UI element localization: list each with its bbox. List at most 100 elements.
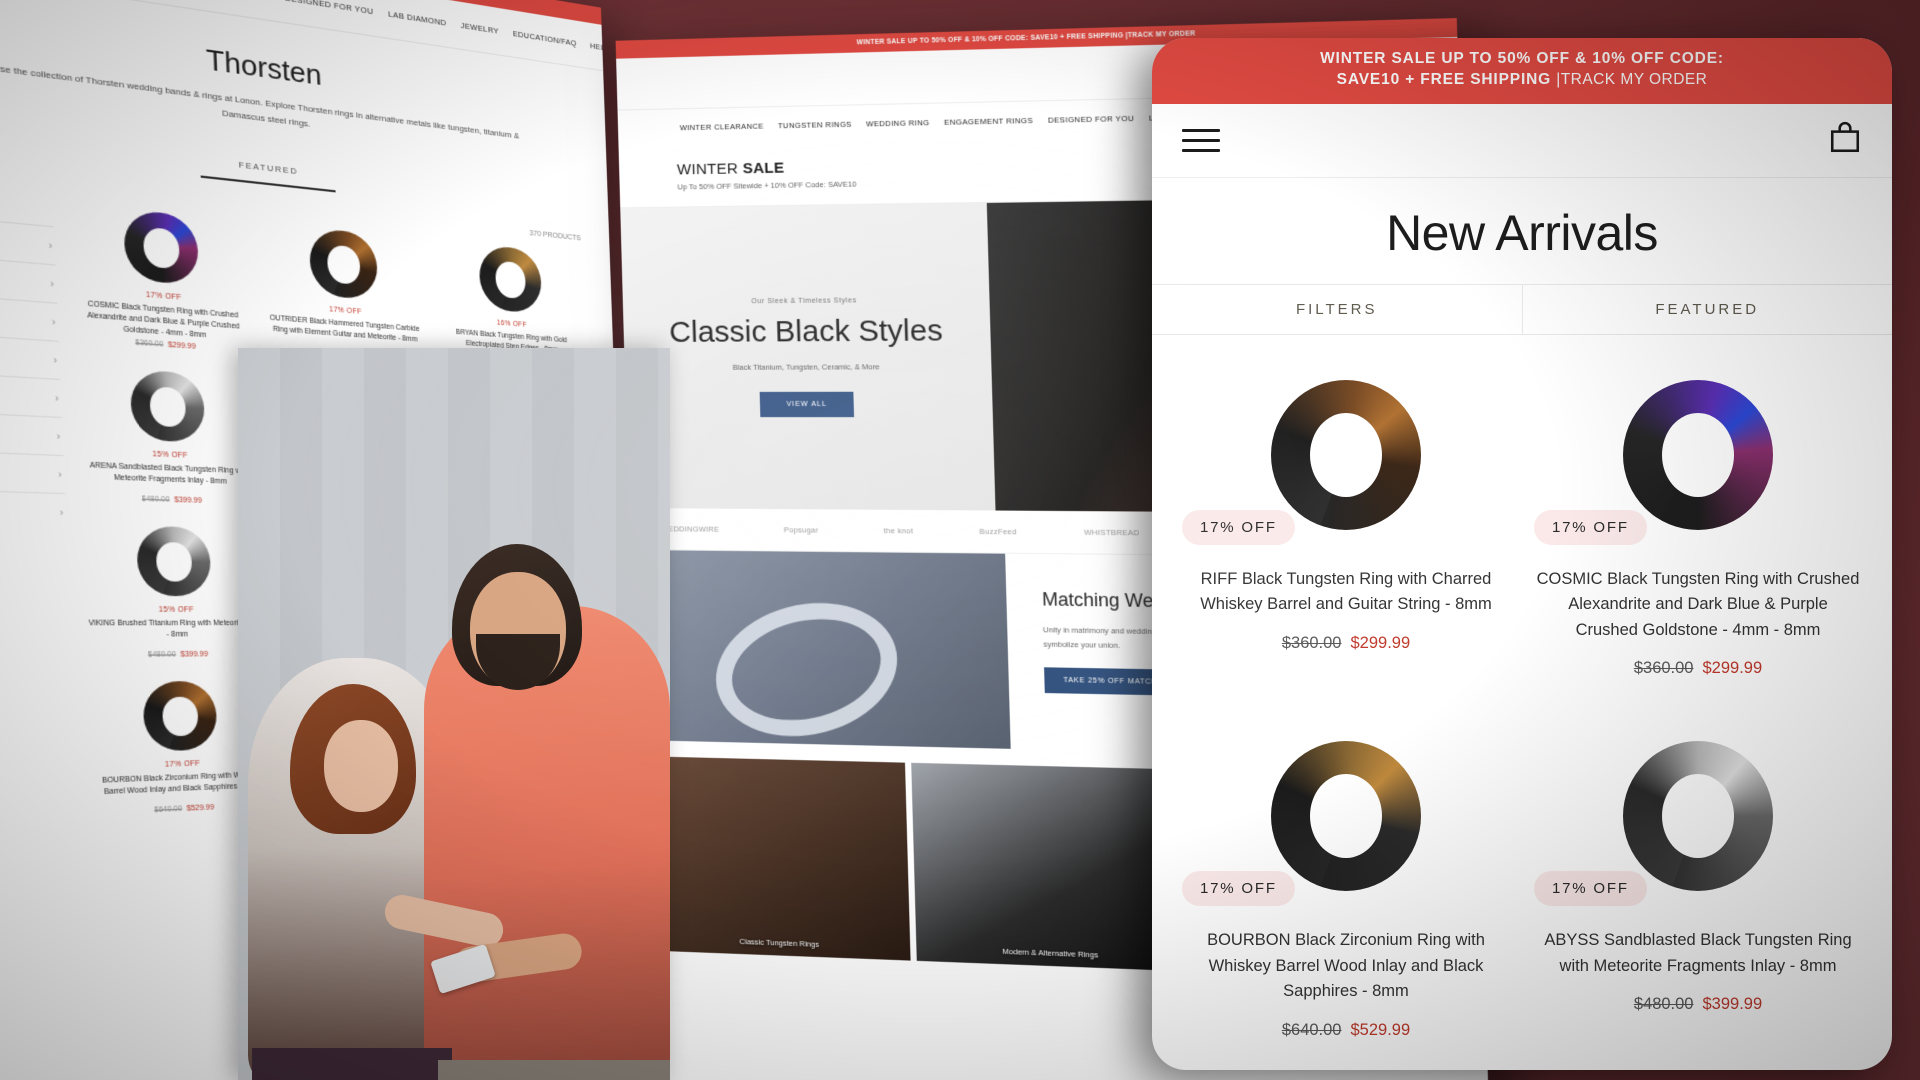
product-ring-image bbox=[434, 234, 584, 324]
product-name: BOURBON Black Zirconium Ring with Whiske… bbox=[1207, 931, 1485, 1001]
hero-eyebrow: Our Sleek & Timeless Styles bbox=[751, 297, 857, 306]
product-name: ABYSS Sandblasted Black Tungsten Ring wi… bbox=[1544, 931, 1852, 975]
chevron-right-icon: › bbox=[53, 354, 58, 367]
left-filter-ring-width[interactable]: Ring Width› bbox=[0, 409, 64, 456]
product-sale-price: $529.99 bbox=[1350, 1020, 1411, 1039]
product-sale-price: $399.99 bbox=[174, 496, 203, 506]
product-ring-image: 17% OFF bbox=[1534, 359, 1860, 551]
mobile-header-bar bbox=[1152, 104, 1892, 178]
center-sale-title-bold: SALE bbox=[742, 158, 785, 177]
couple-lifestyle-photo bbox=[238, 348, 670, 1080]
press-logo-1: Popsugar bbox=[783, 525, 819, 535]
chevron-right-icon: › bbox=[57, 468, 63, 481]
product-sale-price: $299.99 bbox=[168, 341, 196, 352]
matching-bands-photo bbox=[629, 550, 1011, 749]
center-hero-copy: Our Sleek & Timeless Styles Classic Blac… bbox=[620, 202, 996, 511]
center-nav-item-2[interactable]: WEDDING RING bbox=[866, 118, 930, 128]
category-tile-label: Modern & Alternative Rings bbox=[1002, 946, 1099, 960]
mobile-product-card[interactable]: 17% OFF BOURBON Black Zirconium Ring with… bbox=[1170, 704, 1522, 1066]
product-name: ARENA Sandblasted Black Tungsten Ring wi… bbox=[89, 462, 249, 487]
chevron-right-icon: › bbox=[54, 392, 59, 405]
mobile-promo-banner[interactable]: WINTER SALE UP TO 50% OFF & 10% OFF CODE… bbox=[1152, 38, 1892, 104]
center-sale-subtitle: Up To 50% OFF Sitewide + 10% OFF Code: S… bbox=[677, 178, 857, 191]
center-nav-item-3[interactable]: ENGAGEMENT RINGS bbox=[944, 115, 1033, 126]
product-ring-image bbox=[77, 360, 256, 452]
product-discount-badge: 17% OFF bbox=[1534, 509, 1647, 545]
product-price: $480.00 $399.99 bbox=[1536, 995, 1860, 1014]
mobile-screenshot-panel: WINTER SALE UP TO 50% OFF & 10% OFF CODE… bbox=[1152, 38, 1892, 1070]
product-old-price: $480.00 bbox=[141, 495, 170, 505]
product-old-price: $360.00 bbox=[135, 339, 164, 350]
left-nav-item-8[interactable]: HELP bbox=[590, 41, 610, 53]
category-tile-1[interactable]: Modern & Alternative Rings bbox=[911, 762, 1187, 972]
left-product-card[interactable]: 17% OFF OUTRIDER Black Hammered Tungsten … bbox=[260, 216, 426, 367]
center-nav-item-0[interactable]: WINTER CLEARANCE bbox=[680, 121, 764, 132]
mobile-tab-featured[interactable]: FEATURED bbox=[1521, 284, 1893, 334]
center-sale-title: WINTER SALE bbox=[677, 158, 856, 178]
mobile-product-grid: 17% OFF RIFF Black Tungsten Ring with Cha… bbox=[1152, 335, 1892, 1066]
press-logo-4: WHISTBREAD bbox=[1083, 527, 1140, 538]
mobile-product-card[interactable]: 17% OFF ABYSS Sandblasted Black Tungsten … bbox=[1522, 704, 1874, 1066]
mobile-banner-code: SAVE10 + FREE SHIPPING bbox=[1336, 70, 1557, 88]
mobile-tab-filters[interactable]: FILTERS bbox=[1152, 285, 1522, 334]
press-logo-2: the knot bbox=[883, 526, 914, 536]
chevron-right-icon: › bbox=[56, 430, 61, 443]
chevron-right-icon: › bbox=[49, 278, 55, 290]
product-ring-image bbox=[70, 197, 250, 297]
mobile-banner-line-1: WINTER SALE UP TO 50% OFF & 10% OFF CODE… bbox=[1320, 50, 1724, 67]
left-product-card[interactable]: 17% OFF COSMIC Black Tungsten Ring with C… bbox=[70, 197, 252, 355]
product-old-price: $640.00 bbox=[1281, 1020, 1342, 1039]
product-old-price: $640.00 bbox=[154, 805, 183, 815]
left-product-card[interactable]: 15% OFF VIKING Brushed Titanium Ring with… bbox=[83, 518, 264, 660]
left-nav-item-7[interactable]: EDUCATION/FAQ bbox=[513, 29, 577, 48]
mobile-tab-bar: FILTERS FEATURED bbox=[1152, 283, 1893, 335]
left-filter-ring-size[interactable]: Ring Size› bbox=[0, 449, 66, 494]
mobile-product-card[interactable]: 17% OFF COSMIC Black Tungsten Ring with C… bbox=[1522, 343, 1874, 705]
left-filter-brand[interactable]: Brand› bbox=[0, 488, 67, 532]
hero-subtext: Black Titanium, Tungsten, Ceramic, & Mor… bbox=[732, 361, 880, 372]
center-nav-item-4[interactable]: DESIGNED FOR YOU bbox=[1048, 113, 1134, 124]
product-price: $360.00 $299.99 bbox=[1536, 659, 1860, 678]
center-sale-title-light: WINTER bbox=[676, 159, 743, 178]
product-sale-price: $529.99 bbox=[186, 804, 215, 814]
product-ring-image: 17% OFF bbox=[1182, 720, 1508, 912]
shopping-bag-icon[interactable] bbox=[1828, 121, 1862, 160]
product-sale-price: $399.99 bbox=[1702, 995, 1763, 1014]
product-price: $360.00 $299.99 bbox=[1184, 634, 1508, 653]
product-discount-badge: 17% OFF bbox=[1182, 509, 1295, 545]
product-price: $480.00 $399.99 bbox=[82, 494, 258, 507]
product-discount-badge: 17% OFF bbox=[1534, 871, 1647, 907]
left-filter-heading: Filter By bbox=[0, 171, 54, 226]
left-nav-item-6[interactable]: JEWELRY bbox=[460, 21, 499, 36]
product-ring-image bbox=[83, 518, 261, 604]
press-logo-3: BuzzFeed bbox=[979, 526, 1017, 537]
mobile-banner-line-2: SAVE10 + FREE SHIPPING |TRACK MY ORDER bbox=[1178, 70, 1866, 91]
hamburger-menu-icon[interactable] bbox=[1182, 122, 1220, 159]
product-old-price: $480.00 bbox=[1633, 995, 1694, 1014]
hero-view-all-button[interactable]: VIEW ALL bbox=[759, 391, 854, 417]
mobile-product-card[interactable]: 17% OFF RIFF Black Tungsten Ring with Cha… bbox=[1170, 343, 1522, 705]
product-ring-image: 17% OFF bbox=[1534, 720, 1860, 912]
product-name: COSMIC Black Tungsten Ring with Crushed … bbox=[1536, 569, 1860, 639]
track-my-order-link[interactable]: |TRACK MY ORDER bbox=[1556, 71, 1707, 88]
left-nav-item-4[interactable]: DESIGNED FOR YOU bbox=[285, 0, 374, 16]
center-nav-item-1[interactable]: TUNGSTEN RINGS bbox=[778, 119, 852, 130]
product-sale-price: $399.99 bbox=[180, 651, 209, 660]
product-discount-badge: 15% OFF bbox=[158, 606, 195, 615]
center-sale-text: WINTER SALE Up To 50% OFF Sitewide + 10%… bbox=[677, 158, 857, 191]
left-nav-item-5[interactable]: LAB DIAMOND bbox=[388, 9, 447, 28]
product-old-price: $480.00 bbox=[147, 651, 177, 660]
category-tile-label: Classic Tungsten Rings bbox=[739, 936, 820, 949]
chevron-right-icon: › bbox=[51, 316, 56, 329]
product-ring-image bbox=[260, 216, 424, 310]
left-product-card[interactable]: 15% OFF ARENA Sandblasted Black Tungsten … bbox=[77, 360, 258, 507]
chevron-right-icon: › bbox=[59, 506, 64, 519]
chevron-right-icon: › bbox=[48, 239, 53, 252]
category-tile-0[interactable]: Classic Tungsten Rings bbox=[645, 756, 911, 961]
product-sale-price: $299.99 bbox=[1350, 633, 1411, 652]
product-old-price: $360.00 bbox=[1281, 633, 1342, 652]
product-sale-price: $299.99 bbox=[1702, 659, 1763, 678]
mobile-page-title: New Arrivals bbox=[1386, 204, 1658, 261]
product-ring-image: 17% OFF bbox=[1182, 359, 1508, 551]
product-name: RIFF Black Tungsten Ring with Charred Wh… bbox=[1200, 569, 1492, 614]
